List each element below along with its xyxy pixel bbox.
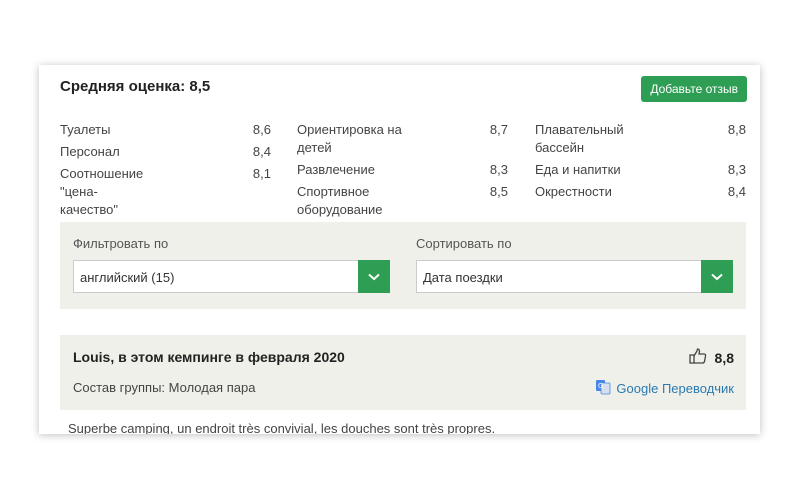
rating-label: Туалеты [60,122,111,137]
thumbs-up-icon [688,348,707,367]
filter-label: Фильтровать по [73,236,169,251]
translate-icon: G [595,379,611,398]
sort-group: Сортировать по Дата поездки [416,235,733,293]
review-text: Superbe camping, un endroit très convivi… [68,421,496,434]
chevron-down-icon[interactable] [701,260,733,293]
google-translate-link[interactable]: G Google Переводчик [595,379,734,398]
rating-column-2: Ориентировка на детей 8,7 Развлечение 8,… [297,121,508,223]
rating-label: Ориентировка на детей [297,122,402,155]
rating-label: Персонал [60,144,120,159]
rating-value: 8,7 [489,122,508,137]
rating-row: Окрестности 8,4 [535,183,746,201]
rating-label: Окрестности [535,184,612,199]
rating-row: Ориентировка на детей 8,7 [297,121,508,157]
svg-text:G: G [598,382,603,390]
rating-value: 8,4 [252,144,271,159]
reviews-card: Средняя оценка: 8,5 Добавьте отзыв Туале… [39,65,760,434]
rating-row: Персонал 8,4 [60,143,271,161]
review-title: Louis, в этом кемпинге в февраля 2020 [73,349,345,365]
rating-row: Соотношение "цена-качество" 8,1 [60,165,271,219]
filter-selected-value: английский (15) [80,270,175,285]
rating-row: Туалеты 8,6 [60,121,271,139]
review-score-value: 8,8 [714,349,734,366]
language-filter-select[interactable]: английский (15) [73,260,390,293]
rating-label: Спортивное оборудование [297,184,383,217]
sort-select[interactable]: Дата поездки [416,260,733,293]
rating-value: 8,6 [252,122,271,137]
rating-value: 8,3 [727,162,746,177]
rating-column-3: Плавательный бассейн 8,8 Еда и напитки 8… [535,121,746,205]
rating-column-1: Туалеты 8,6 Персонал 8,4 Соотношение "це… [60,121,271,223]
rating-value: 8,1 [252,166,271,181]
rating-value: 8,8 [727,122,746,137]
rating-row: Спортивное оборудование 8,5 [297,183,508,219]
rating-label: Развлечение [297,162,375,177]
chevron-down-icon[interactable] [358,260,390,293]
review-score: 8,8 [688,348,734,367]
filter-panel: Фильтровать по английский (15) Сортирова… [60,222,746,309]
translate-label: Google Переводчик [616,381,734,396]
add-review-button[interactable]: Добавьте отзыв [641,76,747,102]
group-composition: Состав группы: Молодая пара [73,380,256,395]
rating-value: 8,3 [489,162,508,177]
filter-group: Фильтровать по английский (15) [73,235,390,293]
sort-selected-value: Дата поездки [423,270,503,285]
average-score: Средняя оценка: 8,5 [60,78,211,95]
rating-label: Еда и напитки [535,162,621,177]
rating-label: Соотношение "цена-качество" [60,166,144,217]
rating-row: Развлечение 8,3 [297,161,508,179]
rating-label: Плавательный бассейн [535,122,624,155]
review-header: Louis, в этом кемпинге в февраля 2020 8,… [60,335,746,410]
sort-label: Сортировать по [416,236,512,251]
rating-value: 8,4 [727,184,746,199]
rating-value: 8,5 [489,184,508,199]
rating-row: Плавательный бассейн 8,8 [535,121,746,157]
rating-row: Еда и напитки 8,3 [535,161,746,179]
